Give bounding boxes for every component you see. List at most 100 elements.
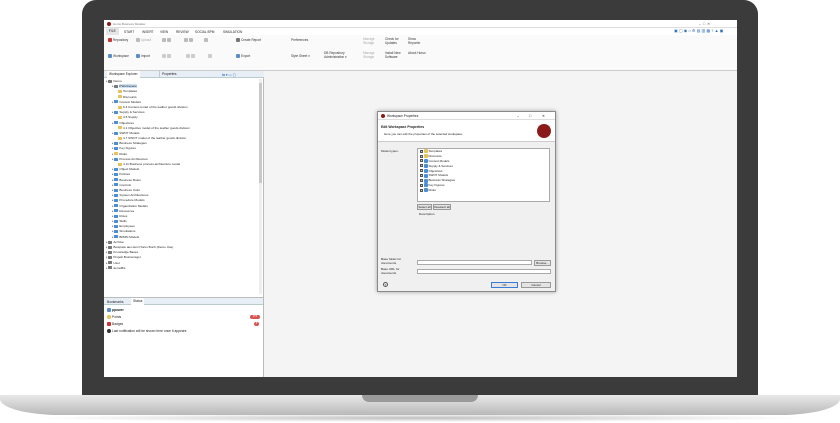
dialog-titlebar: Workspace Properties – □ ✕	[378, 112, 555, 120]
tree-item-label: Objectives	[119, 120, 134, 125]
export-button[interactable]: Export	[236, 54, 250, 59]
menubar: FILE START INSERT VIEW REVIEW SOCIAL BPM…	[104, 28, 737, 35]
model-types-list[interactable]: ✓ Templates ✓ Discounts ✓ Context Models ✓ Supp…	[417, 148, 550, 202]
window-controls[interactable]: – □ ✕	[699, 22, 710, 26]
help-icon[interactable]: ?	[383, 282, 388, 287]
explorer-tabs: Workspace Explorer Properties ⇆ ▾ ▭ ▢	[104, 71, 264, 78]
dialog-minimize-icon[interactable]: –	[517, 114, 519, 118]
menu-social-bpm[interactable]: SOCIAL BPM	[195, 30, 214, 34]
undo-icon	[204, 38, 208, 43]
manage-storage-button[interactable]: Manage Storage	[363, 37, 383, 46]
tree-item-label: BPMN Models	[119, 234, 140, 239]
folder-icon	[114, 219, 118, 223]
show-reporter-button[interactable]: Show Reporter	[408, 37, 426, 46]
model-type-item[interactable]: ✓ Risks	[418, 188, 549, 193]
check-updates-button[interactable]: Check for Updates	[385, 37, 405, 46]
menu-file[interactable]: FILE	[106, 28, 119, 35]
tab-status[interactable]: Status	[131, 298, 145, 305]
tree-item-label: User	[113, 260, 120, 265]
info-icon	[107, 329, 111, 334]
cut-icon-button[interactable]	[162, 54, 172, 59]
model-type-icon	[423, 154, 428, 159]
status-tabs: Bookmarks Status	[104, 298, 263, 305]
folder-icon	[114, 214, 118, 218]
menu-start[interactable]: START	[124, 30, 134, 34]
base-url-label: Base URL for documents	[381, 267, 400, 275]
workspace-properties-dialog: Workspace Properties – □ ✕ Edit Workspac…	[377, 111, 556, 292]
browse-button[interactable]: Browse...	[534, 259, 551, 266]
menu-simulation[interactable]: SIMULATION	[223, 30, 242, 34]
checkbox-checked-icon[interactable]: ✓	[419, 174, 423, 178]
workspace-explorer-pane: Workspace Explorer Properties ⇆ ▾ ▭ ▢ ▸ …	[104, 71, 264, 297]
model-type-label: Context Models	[428, 158, 450, 163]
tree-item-label: demoBis	[113, 265, 126, 270]
checkbox-checked-icon[interactable]: ✓	[419, 164, 423, 168]
folder-icon	[108, 245, 112, 249]
upload-button[interactable]: Upload	[136, 38, 151, 43]
screen: Horus Business Modeler – □ ✕ FILE START …	[104, 20, 737, 377]
folder-icon	[114, 147, 118, 151]
menu-view[interactable]: VIEW	[160, 30, 168, 34]
delete-icon-button[interactable]	[208, 54, 213, 59]
folder-icon	[114, 199, 118, 202]
preferences-button[interactable]: Preferences	[291, 38, 308, 42]
save-icon-button[interactable]	[162, 38, 172, 43]
checkbox-checked-icon[interactable]: ✓	[419, 154, 423, 158]
tab-workspace-explorer[interactable]: Workspace Explorer	[107, 71, 140, 78]
db-repository-button[interactable]: DB Repository Administration ▾	[324, 51, 358, 60]
tree-item-label: Supply & Services	[119, 110, 145, 115]
points-icon	[107, 315, 111, 320]
tree-item-label: Organization Models	[119, 203, 148, 208]
tree-item-label: 6.4 Context model of the leather goods d…	[123, 104, 188, 109]
tree-item-label: Discounts	[123, 94, 137, 99]
menu-review[interactable]: REVIEW	[176, 30, 189, 34]
ok-button[interactable]: OK	[491, 281, 518, 288]
folder-icon	[114, 188, 118, 192]
export-icon	[236, 54, 240, 59]
workspace-button[interactable]: Workspace	[108, 54, 129, 59]
paste-icon-button[interactable]	[186, 54, 196, 59]
base-folder-field[interactable]	[417, 260, 532, 265]
tree-item-label: Context Models	[119, 99, 141, 104]
deselect-all-button[interactable]: Deselect all	[433, 204, 451, 210]
tab-bookmarks[interactable]: Bookmarks	[107, 300, 124, 304]
toolbar-right-icons[interactable]: ▣ ▢ ◉ ⌂ ⚙ ▤ ▥ ▦ ? ▲ ▣	[674, 28, 723, 33]
print-icon-button[interactable]	[184, 38, 194, 43]
undo-icon-button[interactable]	[204, 38, 209, 43]
checkbox-checked-icon[interactable]: ✓	[419, 159, 423, 163]
tree-item-label: Business Rules	[119, 177, 141, 182]
menu-insert[interactable]: INSERT	[142, 30, 154, 34]
save-icon	[162, 38, 166, 43]
explorer-scrollbar[interactable]	[259, 79, 262, 294]
create-report-button[interactable]: Create Report	[236, 38, 261, 43]
import-icon	[136, 54, 140, 59]
style-sheet-dropdown[interactable]: Style Sheet ▾	[291, 54, 310, 58]
status-badges: Badges	[107, 322, 123, 327]
manage-storage-button-2[interactable]: Manage Storage	[363, 51, 383, 60]
import-button[interactable]: Import	[136, 54, 150, 59]
select-all-button[interactable]: Select all	[417, 204, 432, 210]
checkbox-checked-icon[interactable]: ✓	[419, 188, 423, 192]
folder-icon	[114, 110, 118, 114]
tree-item[interactable]: ▸ demoBis	[106, 266, 256, 271]
tree-item-label: Employees	[119, 224, 135, 229]
workspace-icon	[108, 54, 112, 59]
checkbox-checked-icon[interactable]: ✓	[419, 183, 423, 187]
base-url-field[interactable]	[417, 269, 551, 274]
about-horus-button[interactable]: About Horus	[408, 51, 426, 56]
cancel-button[interactable]: Cancel	[521, 281, 551, 288]
tree-item-label: Simulations	[119, 229, 136, 234]
dialog-heading: Edit Workspace Properties	[381, 125, 425, 129]
dialog-maximize-icon[interactable]: □	[529, 114, 531, 118]
description-field[interactable]	[417, 216, 550, 256]
repository-button[interactable]: Repository	[108, 38, 128, 43]
install-new-software-button[interactable]: Install New Software	[385, 51, 405, 60]
tab-properties[interactable]: Properties	[159, 71, 179, 78]
checkbox-checked-icon[interactable]: ✓	[419, 179, 423, 183]
tree-item-label: Templates	[123, 89, 138, 94]
checkbox-checked-icon[interactable]: ✓	[419, 149, 423, 153]
tree-item-label: Knowledge Bases	[113, 250, 139, 255]
checkbox-checked-icon[interactable]: ✓	[419, 169, 423, 173]
explorer-toolbar-icons[interactable]: ⇆ ▾ ▭ ▢	[222, 73, 236, 77]
dialog-close-icon[interactable]: ✕	[542, 114, 545, 118]
